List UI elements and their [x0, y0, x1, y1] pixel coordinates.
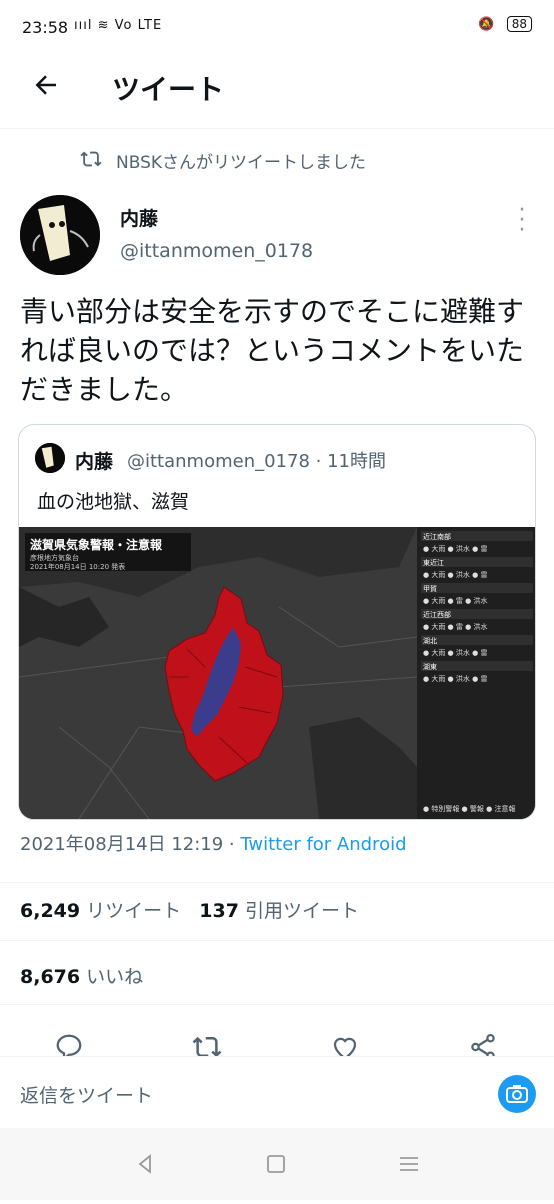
- share-icon[interactable]: [468, 1032, 498, 1056]
- quoted-author-name: 内藤: [75, 451, 114, 473]
- like-count[interactable]: 8,676: [20, 966, 80, 988]
- tweet-timestamp: 2021年08月14日 12:19 · Twitter for Android: [20, 830, 407, 856]
- status-bar: 23:58 ıııl ≋ Vo LTE 🔕 88: [0, 0, 554, 56]
- retweet-count[interactable]: 6,249: [20, 900, 80, 922]
- map-region-1-items: ● 大雨 ● 洪水 ● 雷: [423, 544, 487, 553]
- mute-icon: 🔕: [478, 17, 495, 32]
- map-region-6: 湖東: [423, 662, 437, 671]
- retweet-stats[interactable]: 6,249 リツイート 137 引用ツイート: [20, 896, 359, 923]
- map-region-6-items: ● 大雨 ● 洪水 ● 雷: [423, 674, 487, 683]
- map-region-4-items: ● 大雨 ● 雷 ● 洪水: [423, 622, 487, 631]
- tweet-text: 青い部分は安全を示すのでそこに避難すれば良いのでは？というコメントをいただきまし…: [20, 295, 525, 406]
- quoted-handle-time: @ittanmomen_0178 · 11時間: [127, 451, 386, 472]
- nav-menu-icon: [400, 1157, 418, 1171]
- timestamp-text: 2021年08月14日 12:19 ·: [20, 834, 241, 855]
- camera-icon[interactable]: [498, 1075, 536, 1113]
- system-nav-bar: [0, 1128, 554, 1200]
- map-region-4: 近江西部: [423, 610, 451, 619]
- action-bar: [0, 1030, 554, 1056]
- divider: [0, 882, 554, 883]
- retweet-label: NBSKさんがリツイートしました: [116, 153, 367, 173]
- retweet-action-icon[interactable]: [192, 1032, 222, 1056]
- map-region-3-items: ● 大雨 ● 雷 ● 洪水: [423, 596, 487, 605]
- nav-back-icon: [138, 1154, 151, 1174]
- top-bar: ツイート: [0, 56, 554, 129]
- map-legend: ● 特別警報 ● 警報 ● 注意報: [423, 804, 515, 813]
- quoted-tweet[interactable]: 内藤 @ittanmomen_0178 · 11時間 血の池地獄、滋賀 近江南部…: [18, 424, 536, 820]
- retweet-icon: [80, 148, 102, 175]
- status-time: 23:58: [22, 18, 69, 37]
- map-issued: 2021年08月14日 10:20 発表: [30, 563, 126, 571]
- map-region-2-items: ● 大雨 ● 洪水 ● 雷: [423, 570, 487, 579]
- signal-icons: ıııl ≋ Vo LTE: [74, 18, 163, 33]
- battery-indicator: 🔕 88: [478, 16, 532, 32]
- divider: [0, 1004, 554, 1005]
- avatar[interactable]: [20, 195, 100, 275]
- quoted-text: 血の池地獄、滋賀: [37, 491, 190, 513]
- like-stats[interactable]: 8,676 いいね: [20, 962, 143, 989]
- author-name[interactable]: 内藤: [120, 204, 158, 231]
- map-title-box: 滋賀県気象警報・注意報 彦根地方気象台 2021年08月14日 10:20 発表: [25, 533, 191, 571]
- quote-count-label: 引用ツイート: [245, 900, 360, 922]
- map-region-1: 近江南部: [423, 532, 451, 541]
- reply-input[interactable]: 返信をツイート: [20, 1081, 153, 1108]
- quoted-avatar: [35, 443, 65, 473]
- divider: [0, 940, 554, 941]
- warning-map-image[interactable]: 近江南部 ● 大雨 ● 洪水 ● 雷 東近江 ● 大雨 ● 洪水 ● 雷 甲賀 …: [19, 527, 535, 819]
- map-region-5-items: ● 大雨 ● 洪水 ● 雷: [423, 648, 487, 657]
- nav-home-icon: [267, 1155, 285, 1173]
- map-title: 滋賀県気象警報・注意報: [30, 538, 163, 552]
- map-region-5: 湖北: [423, 636, 437, 645]
- client-link[interactable]: Twitter for Android: [240, 834, 406, 855]
- quote-count[interactable]: 137: [199, 900, 239, 922]
- back-arrow-icon[interactable]: [26, 70, 66, 110]
- reply-composer[interactable]: 返信をツイート: [0, 1056, 554, 1129]
- more-icon[interactable]: · · ·: [512, 200, 532, 242]
- like-count-label: いいね: [86, 966, 144, 988]
- retweet-count-label: リツイート: [86, 900, 182, 922]
- battery-icon: 88: [506, 16, 532, 32]
- like-icon[interactable]: [330, 1032, 360, 1056]
- map-region-2: 東近江: [423, 558, 444, 567]
- map-region-3: 甲賀: [423, 584, 437, 593]
- page-title: ツイート: [112, 73, 225, 106]
- reply-icon[interactable]: [54, 1032, 84, 1056]
- author-handle[interactable]: @ittanmomen_0178: [120, 240, 313, 262]
